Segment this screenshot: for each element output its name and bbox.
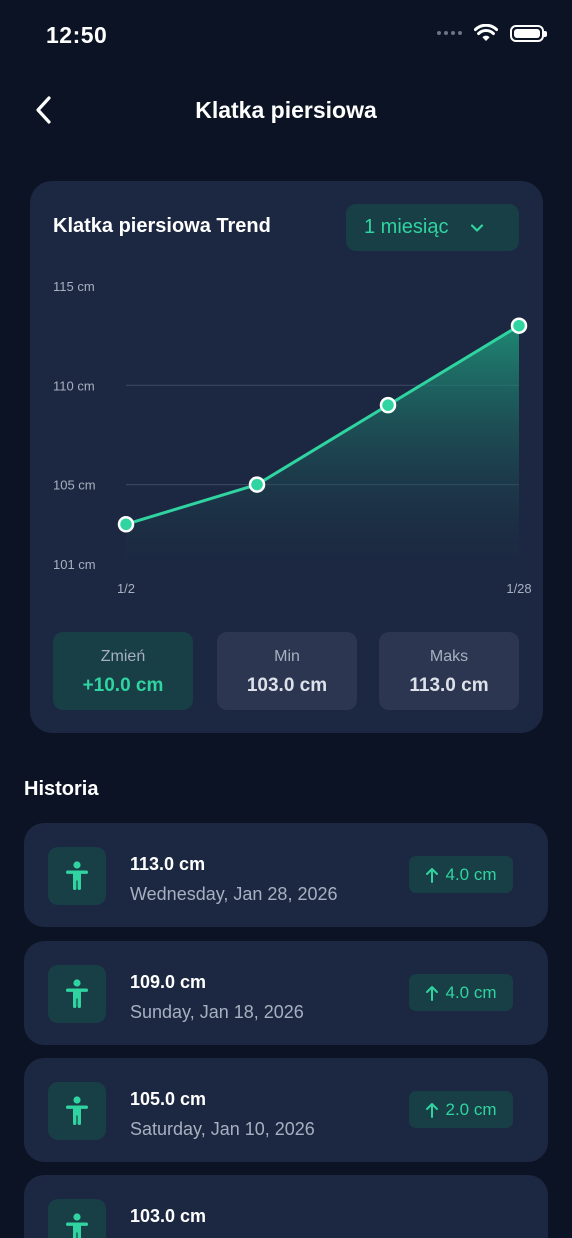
chart-data-point <box>379 396 397 414</box>
body-icon <box>66 979 88 1008</box>
trend-chart: 101 cm 105 cm 110 cm 115 cm 1/2 1/28 <box>53 279 532 596</box>
battery-icon <box>510 24 547 42</box>
history-value: 105.0 cm <box>130 1089 207 1109</box>
body-icon-container <box>48 1199 106 1238</box>
stat-min-label: Min <box>274 648 300 665</box>
stat-max: Maks 113.0 cm <box>379 632 519 710</box>
history-date: Wednesday, Jan 28, 2026 <box>130 884 338 904</box>
chart-data-point <box>117 516 135 533</box>
trend-card: Klatka piersiowa Trend 1 miesiąc 101 cm 1… <box>30 181 543 733</box>
chart-x-tick-label: 1/28 <box>506 581 531 596</box>
history-item[interactable]: 103.0 cm <box>24 1175 548 1238</box>
history-item[interactable]: 113.0 cm Wednesday, Jan 28, 2026 4.0 cm <box>24 823 548 927</box>
history-value: 103.0 cm <box>130 1206 207 1226</box>
history-date: Saturday, Jan 10, 2026 <box>130 1119 315 1139</box>
chart-y-tick-label: 115 cm <box>53 279 95 294</box>
chart-data-point <box>510 317 528 334</box>
header: Klatka piersiowa <box>0 86 572 136</box>
body-icon <box>66 1096 88 1125</box>
change-value: 2.0 cm <box>445 1099 497 1119</box>
change-badge: 2.0 cm <box>409 1091 513 1128</box>
arrow-up-icon <box>426 985 439 1001</box>
body-icon-container <box>48 847 106 905</box>
status-icons <box>437 24 547 42</box>
body-icon-container <box>48 1082 106 1140</box>
stat-min: Min 103.0 cm <box>217 632 357 710</box>
history-item[interactable]: 105.0 cm Saturday, Jan 10, 2026 2.0 cm <box>24 1058 548 1162</box>
stat-min-value: 103.0 cm <box>246 675 328 696</box>
stat-change-value: +10.0 cm <box>82 675 164 696</box>
chart-x-tick-label: 1/2 <box>117 581 135 596</box>
body-icon <box>66 861 88 890</box>
stat-max-value: 113.0 cm <box>409 675 489 696</box>
arrow-up-icon <box>426 867 439 883</box>
stat-change-label: Zmień <box>100 648 146 665</box>
body-icon <box>66 1213 88 1238</box>
chart-y-tick-label: 110 cm <box>53 378 95 393</box>
history-item[interactable]: 109.0 cm Sunday, Jan 18, 2026 4.0 cm <box>24 941 548 1045</box>
history-value: 113.0 cm <box>130 854 206 874</box>
stat-change: Zmień +10.0 cm <box>53 632 193 710</box>
change-badge: 4.0 cm <box>409 856 513 893</box>
body-icon-container <box>48 965 106 1023</box>
chart-y-tick-label: 105 cm <box>53 478 96 493</box>
history-date: Sunday, Jan 18, 2026 <box>130 1002 304 1022</box>
history-title: Historia <box>24 778 99 800</box>
change-value: 4.0 cm <box>445 982 497 1002</box>
wifi-icon <box>474 24 498 41</box>
stat-max-label: Maks <box>429 648 469 665</box>
status-bar: 12:50 <box>0 0 572 72</box>
page-title: Klatka piersiowa <box>195 97 377 123</box>
cellular-signal-icon <box>437 31 462 35</box>
history-value: 109.0 cm <box>130 972 207 992</box>
status-time: 12:50 <box>46 22 108 48</box>
chart-y-tick-label: 101 cm <box>53 557 96 572</box>
change-value: 4.0 cm <box>445 864 497 884</box>
arrow-up-icon <box>426 1102 439 1118</box>
change-badge: 4.0 cm <box>409 974 513 1011</box>
chart-data-point <box>248 476 266 493</box>
